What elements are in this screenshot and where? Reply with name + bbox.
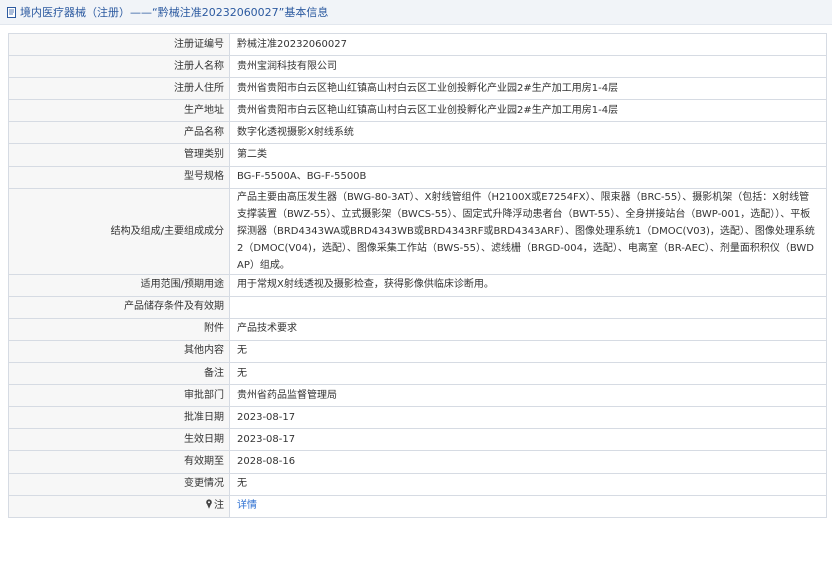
table-row: 备注 无 (8, 362, 827, 386)
field-label: 结构及组成/主要组成成分 (8, 187, 230, 275)
table-row: 型号规格 BG-F-5500A、BG-F-5500B (8, 165, 827, 189)
field-label: 生效日期 (8, 428, 230, 452)
details-link[interactable]: 详情 (237, 500, 257, 511)
field-label: 产品储存条件及有效期 (8, 295, 230, 319)
field-label: 附件 (8, 317, 230, 341)
field-label: 注册人住所 (8, 77, 230, 101)
field-label: 批准日期 (8, 406, 230, 430)
field-label: 审批部门 (8, 384, 230, 408)
document-icon (7, 6, 16, 18)
field-label: 管理类别 (8, 143, 230, 167)
field-value: 2023-08-17 (229, 428, 827, 452)
field-label: 适用范围/预期用途 (8, 273, 230, 297)
page-title: 境内医疗器械（注册）——“黔械注准20232060027”基本信息 (20, 6, 329, 19)
field-label: 产品名称 (8, 121, 230, 145)
field-label: 备注 (8, 362, 230, 386)
field-value: 产品技术要求 (229, 317, 827, 341)
field-value: BG-F-5500A、BG-F-5500B (229, 165, 827, 189)
table-row: 注册证编号 黔械注准20232060027 (8, 32, 827, 57)
table-row: 注册人名称 贵州宝润科技有限公司 (8, 55, 827, 79)
table-row: 产品名称 数字化透视摄影X射线系统 (8, 121, 827, 145)
field-value: 无 (229, 472, 827, 496)
field-label: 生产地址 (8, 99, 230, 123)
field-value: 第二类 (229, 143, 827, 167)
field-value: 2028-08-16 (229, 450, 827, 474)
field-value: 数字化透视摄影X射线系统 (229, 121, 827, 145)
table-row: 其他内容 无 (8, 339, 827, 364)
field-label: 注册证编号 (8, 32, 230, 57)
table-row: 产品储存条件及有效期 (8, 295, 827, 319)
table-row: 有效期至 2028-08-16 (8, 450, 827, 474)
field-value: 用于常规X射线透视及摄影检查，获得影像供临床诊断用。 (229, 273, 827, 297)
note-label: 注 (214, 500, 224, 512)
note-label-cell: 注 (8, 494, 230, 518)
note-value-cell: 详情 (229, 494, 827, 518)
field-label: 变更情况 (8, 472, 230, 496)
field-value: 贵州省贵阳市白云区艳山红镇高山村白云区工业创投孵化产业园2#生产加工用房1-4层 (229, 99, 827, 123)
field-value: 贵州省贵阳市白云区艳山红镇高山村白云区工业创投孵化产业园2#生产加工用房1-4层 (229, 77, 827, 101)
table-row: 生产地址 贵州省贵阳市白云区艳山红镇高山村白云区工业创投孵化产业园2#生产加工用… (8, 99, 827, 123)
field-value (229, 295, 827, 319)
field-label: 有效期至 (8, 450, 230, 474)
table-row: 审批部门 贵州省药品监督管理局 (8, 384, 827, 408)
field-value: 2023-08-17 (229, 406, 827, 430)
field-value: 黔械注准20232060027 (229, 32, 827, 57)
table-row: 注 详情 (8, 494, 827, 518)
field-value: 产品主要由高压发生器（BWG-80-3AT）、X射线管组件（H2100X或E72… (229, 187, 827, 275)
field-value: 贵州宝润科技有限公司 (229, 55, 827, 79)
table-row: 结构及组成/主要组成成分 产品主要由高压发生器（BWG-80-3AT）、X射线管… (8, 187, 827, 275)
table-row: 变更情况 无 (8, 472, 827, 496)
table-row: 生效日期 2023-08-17 (8, 428, 827, 452)
pin-icon (206, 499, 212, 509)
field-value: 无 (229, 339, 827, 364)
table-row: 适用范围/预期用途 用于常规X射线透视及摄影检查，获得影像供临床诊断用。 (8, 273, 827, 297)
table-row: 批准日期 2023-08-17 (8, 406, 827, 430)
field-value: 无 (229, 362, 827, 386)
page-header: 境内医疗器械（注册）——“黔械注准20232060027”基本信息 (0, 0, 832, 25)
table-row: 附件 产品技术要求 (8, 317, 827, 341)
detail-table: 注册证编号 黔械注准20232060027 注册人名称 贵州宝润科技有限公司 注… (8, 32, 827, 518)
field-label: 注册人名称 (8, 55, 230, 79)
field-label: 其他内容 (8, 339, 230, 364)
table-row: 管理类别 第二类 (8, 143, 827, 167)
table-row: 注册人住所 贵州省贵阳市白云区艳山红镇高山村白云区工业创投孵化产业园2#生产加工… (8, 77, 827, 101)
field-value: 贵州省药品监督管理局 (229, 384, 827, 408)
field-label: 型号规格 (8, 165, 230, 189)
